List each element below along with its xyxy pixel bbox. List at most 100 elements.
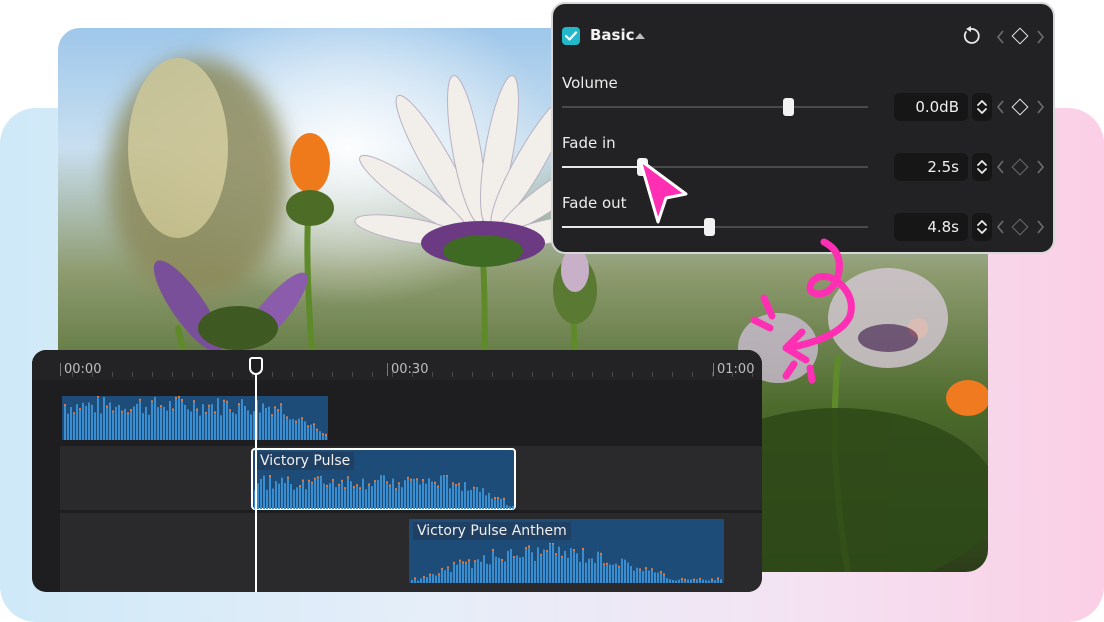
waveform-bar (286, 418, 288, 440)
audio-clip[interactable]: Victory Pulse Anthem (409, 519, 724, 583)
waveform-bar (247, 410, 249, 440)
waveform-bar (633, 570, 635, 583)
timeline-ruler[interactable]: 00:00 00:30 01:00 (32, 350, 762, 380)
waveform-bar (136, 403, 138, 440)
waveform-peak (455, 484, 457, 487)
waveform-bar (507, 550, 509, 583)
waveform-bar (217, 398, 219, 440)
fade-in-slider[interactable] (562, 158, 868, 176)
waveform-bar (380, 475, 382, 509)
waveform-bar (503, 499, 505, 509)
waveform-peak (311, 481, 313, 484)
waveform-peak (178, 396, 180, 398)
waveform-bar (157, 407, 159, 440)
waveform-bar (257, 483, 259, 509)
ruler-minor-tick (552, 372, 553, 377)
waveform-peak (325, 434, 327, 437)
keyframe-next-icon[interactable] (1035, 29, 1045, 45)
waveform-bar (142, 413, 144, 440)
waveform-peak (501, 558, 503, 561)
timeline-panel[interactable]: 00:00 00:30 01:00 Victory Pulse Victory … (32, 350, 762, 592)
waveform-bar (362, 478, 364, 509)
waveform-bar (193, 402, 195, 440)
waveform-peak (79, 408, 81, 411)
fade-out-value-field[interactable]: 4.8s (894, 213, 968, 241)
checkbox-icon[interactable] (562, 27, 580, 45)
volume-slider[interactable] (562, 98, 868, 116)
fade-in-value-field[interactable]: 2.5s (894, 153, 968, 181)
fade-out-slider[interactable] (562, 218, 868, 236)
waveform-bar (690, 579, 692, 583)
waveform-bar (456, 564, 458, 583)
playhead-handle[interactable] (249, 357, 263, 375)
stepper-icon[interactable] (972, 213, 992, 241)
waveform-bar (308, 481, 310, 509)
waveform-bar (473, 488, 475, 509)
waveform-bar (275, 481, 277, 509)
waveform-bar (444, 570, 446, 583)
waveform-bar (501, 560, 503, 583)
waveform-bar (509, 506, 511, 509)
keyframe-next-icon[interactable] (1035, 159, 1045, 175)
waveform-peak (549, 543, 551, 545)
slider-thumb[interactable] (783, 98, 795, 116)
waveform-bar (112, 412, 114, 440)
waveform-bar (654, 572, 656, 583)
waveform-bar (576, 553, 578, 583)
waveform-peak (359, 487, 361, 490)
ruler-minor-tick (232, 372, 233, 377)
keyframe-prev-icon[interactable] (996, 29, 1006, 45)
keyframe-prev-icon[interactable] (996, 219, 1006, 235)
waveform-bar (414, 579, 416, 583)
waveform-bar (452, 484, 454, 509)
waveform-bar (413, 478, 415, 509)
keyframe-diamond-icon[interactable] (1011, 98, 1029, 116)
waveform-peak (314, 477, 316, 480)
playhead-line[interactable] (255, 358, 257, 592)
keyframe-diamond-icon[interactable] (1011, 158, 1029, 176)
waveform-bar (422, 480, 424, 509)
keyframe-prev-icon[interactable] (996, 99, 1006, 115)
waveform-bar (154, 396, 156, 440)
waveform-bar (459, 561, 461, 583)
waveform-peak (238, 403, 240, 406)
caret-up-icon[interactable] (635, 33, 645, 39)
slider-thumb[interactable] (703, 218, 715, 236)
waveform-bar (431, 481, 433, 509)
keyframe-next-icon[interactable] (1035, 219, 1045, 235)
waveform-bar (295, 422, 297, 440)
waveform-bar (498, 557, 500, 583)
keyframe-prev-icon[interactable] (996, 159, 1006, 175)
waveform-peak (416, 478, 418, 481)
volume-value-field[interactable]: 0.0dB (894, 93, 968, 121)
audio-clip[interactable] (62, 396, 328, 440)
ruler-minor-tick (72, 372, 73, 377)
waveform-peak (494, 496, 496, 499)
keyframe-diamond-icon[interactable] (1011, 218, 1029, 236)
audio-clip-selected[interactable]: Victory Pulse (251, 448, 516, 510)
waveform-bar (612, 564, 614, 583)
waveform-bar (290, 484, 292, 509)
stepper-icon[interactable] (972, 93, 992, 121)
stepper-icon[interactable] (972, 153, 992, 181)
keyframe-diamond-icon[interactable] (1011, 27, 1029, 45)
waveform-bar (202, 404, 204, 440)
waveform-bar (618, 567, 620, 583)
waveform-bar (591, 558, 593, 583)
audio-waveform (64, 396, 327, 440)
keyframe-next-icon[interactable] (1035, 99, 1045, 115)
waveform-peak (356, 484, 358, 487)
waveform-peak (462, 561, 464, 564)
waveform-peak (347, 476, 349, 479)
waveform-bar (277, 411, 279, 440)
waveform-bar (199, 415, 201, 440)
waveform-bar (416, 480, 418, 509)
waveform-peak (229, 409, 231, 412)
waveform-peak (269, 475, 271, 477)
section-title[interactable]: Basic (590, 26, 635, 44)
waveform-bar (419, 484, 421, 509)
waveform-peak (528, 545, 530, 548)
reset-icon[interactable] (961, 26, 981, 46)
waveform-bar (687, 579, 689, 583)
waveform-bar (543, 549, 545, 583)
